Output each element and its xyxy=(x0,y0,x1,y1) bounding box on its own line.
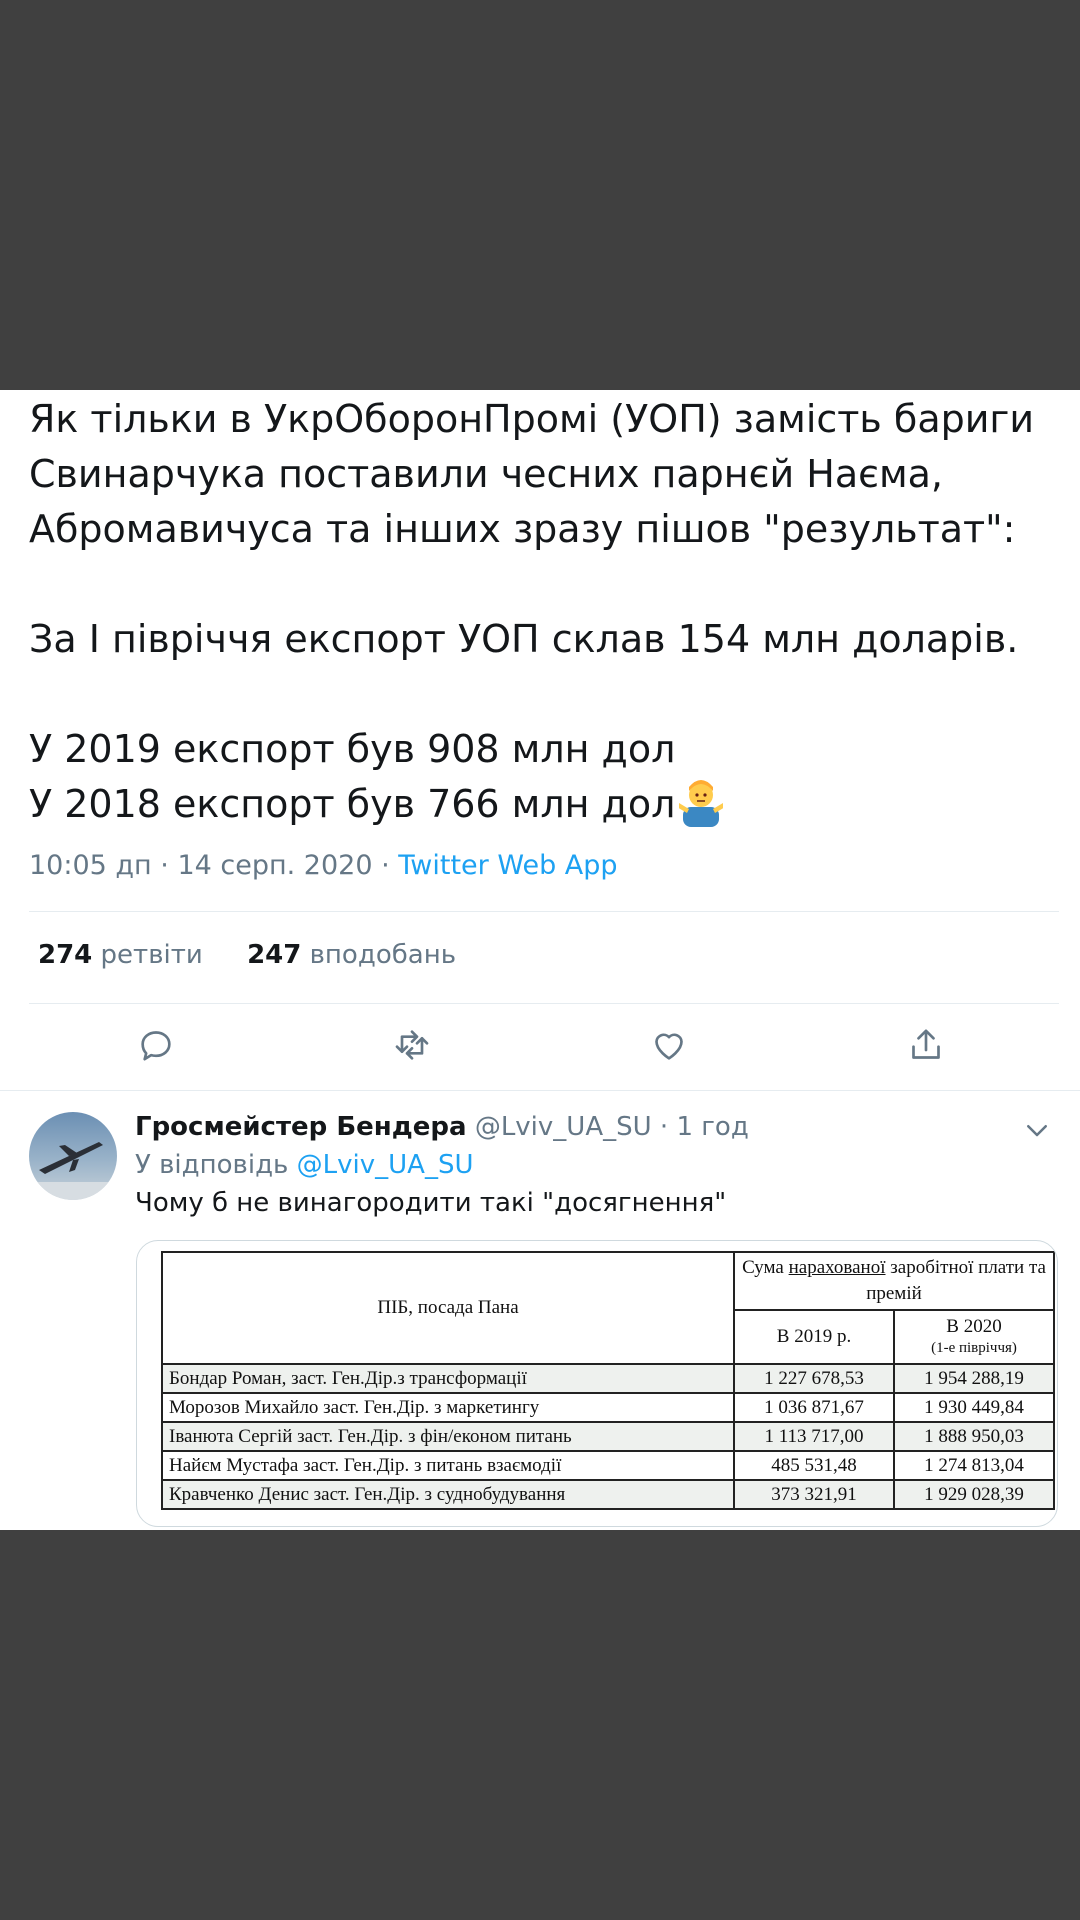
tweet-line: Свинарчука поставили чесних парнєй Наєма… xyxy=(29,452,944,496)
row-2019: 485 531,48 xyxy=(733,1450,895,1481)
name-column-header: ПІБ, посада Пана xyxy=(161,1251,735,1365)
sum-header-part: заробітної плати та премій xyxy=(866,1257,1046,1304)
avatar[interactable] xyxy=(29,1112,117,1200)
tweet-line: У 2019 експорт був 908 млн дол xyxy=(29,727,676,771)
reply-text: Чому б не винагородити такі "досягнення" xyxy=(135,1188,727,1218)
year-2020-note: (1-е півріччя) xyxy=(931,1339,1017,1356)
replying-to-link[interactable]: @Lviv_UA_SU xyxy=(297,1150,474,1180)
row-2020: 1 888 950,03 xyxy=(893,1421,1055,1452)
retweets-label: ретвіти xyxy=(100,940,203,970)
author-name[interactable]: Гросмейстер Бендера xyxy=(135,1112,467,1142)
tweet-time[interactable]: 10:05 дп · 14 серп. 2020 · xyxy=(29,850,398,881)
like-button[interactable] xyxy=(649,1025,695,1071)
table-row: Найєм Мустафа заст. Ген.Дір. з питань вз… xyxy=(161,1450,1055,1481)
salary-table: ПІБ, посада Пана Сума нарахованої заробі… xyxy=(161,1251,1055,1510)
divider xyxy=(0,1090,1080,1091)
author-handle[interactable]: @Lviv_UA_SU xyxy=(475,1112,652,1142)
row-name: Кравченко Денис заст. Ген.Дір. з суднобу… xyxy=(161,1479,735,1510)
retweet-button[interactable] xyxy=(392,1025,438,1071)
row-2019: 373 321,91 xyxy=(733,1479,895,1510)
tweet-actions xyxy=(0,1025,1080,1071)
tweet-timestamp: 10:05 дп · 14 серп. 2020 · Twitter Web A… xyxy=(29,850,618,881)
share-button[interactable] xyxy=(906,1025,952,1071)
row-name: Іванюта Сергій заст. Ген.Дір. з фін/екон… xyxy=(161,1421,735,1452)
row-name: Бондар Роман, заст. Ген.Дір.з трансформа… xyxy=(161,1363,735,1394)
likes-count: 247 xyxy=(247,940,302,970)
reply-header: Гросмейстер Бендера @Lviv_UA_SU · 1 год xyxy=(135,1112,749,1142)
reply-time[interactable]: · 1 год xyxy=(652,1112,749,1142)
replying-prefix: У відповідь xyxy=(135,1150,297,1180)
tweet-line: Як тільки в УкрОборонПромі (УОП) замість… xyxy=(29,397,1035,441)
replying-to: У відповідь @Lviv_UA_SU xyxy=(135,1150,474,1180)
divider xyxy=(29,1003,1059,1004)
table-row: Бондар Роман, заст. Ген.Дір.з трансформа… xyxy=(161,1363,1055,1394)
likes-label: вподобань xyxy=(309,940,457,970)
sum-header-underlined: нарахованої xyxy=(788,1257,886,1278)
chevron-down-icon[interactable] xyxy=(1022,1115,1052,1145)
year-2020-label: В 2020 xyxy=(946,1315,1002,1337)
row-2020: 1 929 028,39 xyxy=(893,1479,1055,1510)
row-name: Найєм Мустафа заст. Ген.Дір. з питань вз… xyxy=(161,1450,735,1481)
table-row: Морозов Михайло заст. Ген.Дір. з маркети… xyxy=(161,1392,1055,1423)
source-app-link[interactable]: Twitter Web App xyxy=(398,850,617,881)
reply-icon xyxy=(141,1031,171,1061)
sum-header-part: Сума xyxy=(742,1257,789,1278)
tweet-stats: 274 ретвіти 247 вподобань xyxy=(38,940,456,970)
table-row: Кравченко Денис заст. Ген.Дір. з суднобу… xyxy=(161,1479,1055,1510)
retweets-count: 274 xyxy=(38,940,93,970)
reply-button[interactable] xyxy=(136,1025,182,1071)
share-icon xyxy=(912,1029,940,1059)
tweet-text: Як тільки в УкрОборонПромі (УОП) замість… xyxy=(29,392,1059,832)
tweet-line: За І півріччя експорт УОП склав 154 млн … xyxy=(29,617,1019,661)
row-2019: 1 227 678,53 xyxy=(733,1363,895,1394)
retweet-icon xyxy=(395,1030,429,1060)
tweet-line: Абромавичуса та інших зразу пішов "резул… xyxy=(29,507,1016,551)
row-name: Морозов Михайло заст. Ген.Дір. з маркети… xyxy=(161,1392,735,1423)
row-2019: 1 113 717,00 xyxy=(733,1421,895,1452)
avatar-image xyxy=(29,1142,117,1200)
person-shrugging-emoji xyxy=(677,777,726,827)
year-2020-header: В 2020 (1-е півріччя) xyxy=(893,1309,1055,1365)
sum-column-header: Сума нарахованої заробітної плати та пре… xyxy=(733,1251,1055,1311)
retweets-stat[interactable]: 274 ретвіти xyxy=(38,940,203,970)
likes-stat[interactable]: 247 вподобань xyxy=(247,940,456,970)
row-2019: 1 036 871,67 xyxy=(733,1392,895,1423)
tweet-line: У 2018 експорт був 766 млн дол xyxy=(29,782,676,826)
row-2020: 1 274 813,04 xyxy=(893,1450,1055,1481)
row-2020: 1 930 449,84 xyxy=(893,1392,1055,1423)
year-2019-header: В 2019 р. xyxy=(733,1309,895,1365)
divider xyxy=(29,911,1059,912)
like-icon xyxy=(655,1033,683,1060)
attached-image[interactable]: ПІБ, посада Пана Сума нарахованої заробі… xyxy=(136,1240,1058,1527)
row-2020: 1 954 288,19 xyxy=(893,1363,1055,1394)
table-row: Іванюта Сергій заст. Ген.Дір. з фін/екон… xyxy=(161,1421,1055,1452)
